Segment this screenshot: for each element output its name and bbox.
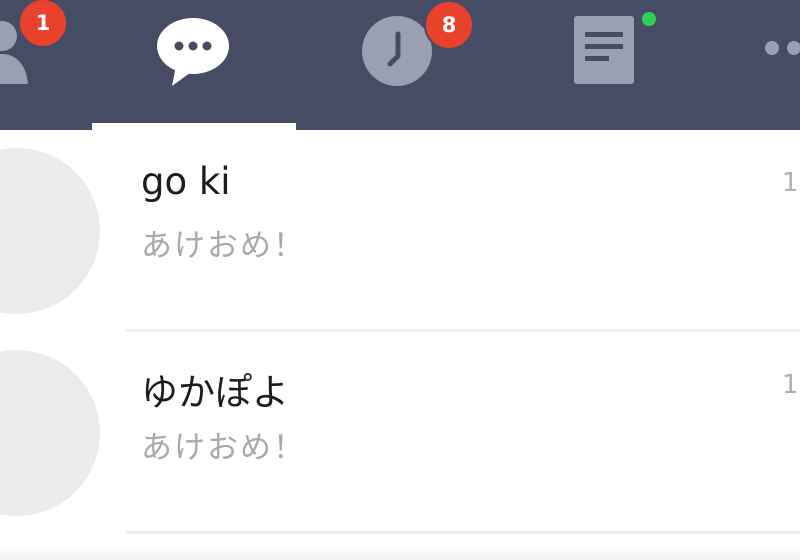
chat-message-preview: あけおめ！ — [141, 228, 306, 264]
online-status-dot — [642, 12, 656, 26]
tab-news[interactable] — [548, 0, 668, 130]
chat-name: go ki — [141, 160, 231, 203]
chat-bubble-icon — [157, 18, 229, 86]
tab-friends[interactable]: 1 — [0, 0, 80, 130]
more-icon — [765, 41, 800, 55]
tab-bar: 1 8 — [0, 0, 800, 130]
clock-icon — [362, 16, 432, 86]
chat-timestamp: 1 — [782, 370, 799, 400]
chat-name: ゆかぽよ — [141, 371, 289, 414]
tab-more[interactable] — [740, 0, 800, 130]
chat-list-item[interactable]: go ki あけおめ！ 1 — [0, 130, 800, 332]
chat-message-preview: あけおめ！ — [141, 430, 306, 466]
avatar[interactable] — [0, 350, 100, 516]
line-app: 1 8 go ki あけおめ！ 1 ゆかぽよ あけおめ！ 1 — [0, 0, 800, 560]
divider — [126, 531, 800, 534]
chat-timestamp: 1 — [782, 168, 799, 198]
timeline-notification-badge: 8 — [424, 0, 474, 50]
chat-list: go ki あけおめ！ 1 ゆかぽよ あけおめ！ 1 — [0, 130, 800, 560]
chat-list-item[interactable]: ゆかぽよ あけおめ！ 1 — [0, 332, 800, 534]
friends-notification-badge: 1 — [18, 0, 68, 48]
tab-timeline[interactable]: 8 — [340, 0, 474, 130]
selected-tab-indicator — [92, 123, 296, 130]
avatar[interactable] — [0, 148, 100, 314]
news-icon — [574, 16, 634, 84]
list-bottom-edge — [0, 546, 800, 560]
tab-chats[interactable] — [92, 0, 296, 130]
